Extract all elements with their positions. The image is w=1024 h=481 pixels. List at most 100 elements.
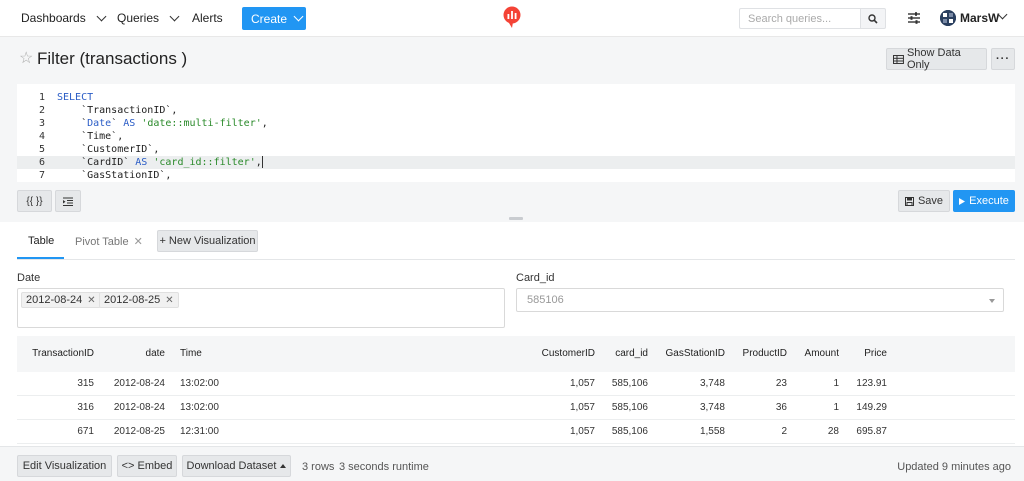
- code-text: `GasStationID`,: [57, 169, 171, 182]
- column-header[interactable]: GasStationID: [666, 348, 725, 359]
- column-header[interactable]: Amount: [805, 348, 839, 359]
- column-header[interactable]: TransactionID: [32, 348, 94, 359]
- code-text: SELECT: [57, 91, 93, 104]
- column-header[interactable]: Price: [864, 348, 887, 359]
- table-cell: 1,558: [699, 426, 725, 437]
- table-cell: 123.91: [856, 378, 887, 389]
- sql-keyword: AS: [123, 118, 136, 129]
- save-button[interactable]: Save: [898, 190, 950, 212]
- close-icon[interactable]: ✕: [165, 295, 173, 306]
- column-header[interactable]: ProductID: [743, 348, 787, 359]
- caret-down-icon: [989, 299, 995, 303]
- parameter-button[interactable]: {{ }}: [17, 190, 52, 212]
- column-header[interactable]: CustomerID: [542, 348, 595, 359]
- table-cell: 315: [77, 378, 94, 389]
- table-cell: 1,057: [569, 426, 595, 437]
- nav-alerts[interactable]: Alerts: [192, 11, 223, 25]
- page-title[interactable]: Filter (transactions ): [37, 49, 187, 69]
- code-line[interactable]: 3 `Date` AS 'date::multi-filter',: [17, 117, 1015, 130]
- nav-queries[interactable]: Queries: [117, 11, 180, 25]
- star-icon[interactable]: ☆: [19, 51, 33, 67]
- nav-dashboards-label: Dashboards: [21, 11, 86, 25]
- line-number: 4: [38, 131, 45, 142]
- new-visualization-button[interactable]: + New Visualization: [157, 230, 258, 252]
- resize-handle[interactable]: [509, 217, 523, 220]
- show-data-only-button[interactable]: Show Data Only: [886, 47, 987, 71]
- date-multi-filter[interactable]: 2012-08-24 ✕ 2012-08-25 ✕: [17, 288, 505, 328]
- play-icon: [959, 197, 966, 205]
- sql-editor[interactable]: 1 SELECT 2 `TransactionID`, 3 `Date` AS 'da…: [17, 84, 1015, 182]
- sql-token: `: [111, 118, 124, 129]
- search-input[interactable]: [739, 8, 860, 29]
- results-panel: Table Pivot Table ✕ + New Visualization D…: [0, 222, 1024, 481]
- code-line[interactable]: 2 `TransactionID`,: [17, 104, 1015, 117]
- embed-button[interactable]: <> Embed: [117, 455, 177, 477]
- more-options-button[interactable]: ···: [991, 48, 1015, 70]
- table-cell: 585,106: [611, 402, 648, 413]
- table-cell: 3,748: [699, 378, 725, 389]
- sql-keyword: SELECT: [57, 92, 94, 103]
- line-number: 6: [38, 157, 45, 168]
- top-navbar: Dashboards Queries Alerts Create Search …: [0, 0, 1024, 37]
- close-icon[interactable]: ✕: [134, 236, 143, 248]
- table-cell: 28: [827, 426, 839, 437]
- table-header: TransactionID date Time CustomerID card_id Ga…: [17, 336, 1015, 372]
- tab-pivot-label: Pivot Table: [75, 236, 129, 248]
- column-header[interactable]: card_id: [615, 348, 648, 359]
- card-id-selected-value: 585106: [527, 294, 564, 306]
- search-button[interactable]: [860, 8, 886, 29]
- table-cell: 1,057: [569, 378, 595, 389]
- code-line[interactable]: 6 `CardID` AS 'card_id::filter',: [17, 156, 1015, 169]
- download-dataset-button[interactable]: Download Dataset: [182, 455, 291, 477]
- code-line[interactable]: 1 SELECT: [17, 91, 1015, 104]
- editor-toolbar: {{ }} Save Execute: [0, 182, 1024, 222]
- line-number: 3: [38, 118, 45, 129]
- card-id-filter-label: Card_id: [516, 272, 555, 284]
- format-query-button[interactable]: [55, 190, 81, 212]
- sql-keyword: AS: [135, 157, 148, 168]
- save-label: Save: [917, 195, 944, 207]
- table-cell: 1: [833, 378, 839, 389]
- redash-logo-icon[interactable]: [502, 6, 522, 28]
- user-name[interactable]: MarsW: [960, 11, 999, 25]
- line-number: 1: [38, 92, 45, 103]
- execute-button[interactable]: Execute: [953, 190, 1015, 212]
- column-header[interactable]: Time: [180, 348, 202, 359]
- card-id-filter-select[interactable]: 585106: [516, 288, 1004, 312]
- search-icon: [868, 13, 878, 24]
- code-text: `TransactionID`,: [57, 104, 177, 117]
- tab-pivot-table[interactable]: Pivot Table ✕: [75, 235, 143, 248]
- date-tag-label: 2012-08-25: [104, 294, 161, 306]
- table-cell: 12:31:00: [180, 426, 219, 437]
- code-line[interactable]: 5 `CustomerID`,: [17, 143, 1015, 156]
- create-button[interactable]: Create: [242, 7, 306, 30]
- sql-string: 'date::multi-filter': [141, 118, 262, 129]
- floppy-disk-icon: [904, 196, 914, 206]
- text-cursor: [261, 156, 263, 168]
- line-number: 7: [38, 170, 45, 181]
- table-cell: 2012-08-25: [113, 426, 165, 437]
- code-line[interactable]: 7 `GasStationID`,: [17, 169, 1015, 182]
- table-cell: 671: [77, 426, 94, 437]
- code-line[interactable]: 4 `Time`,: [17, 130, 1015, 143]
- table-cell: 36: [775, 402, 787, 413]
- tab-table[interactable]: Table: [28, 235, 54, 247]
- chevron-down-icon: [96, 11, 107, 21]
- row-count: 3 rows: [302, 461, 335, 473]
- nav-dashboards[interactable]: Dashboards: [21, 11, 107, 25]
- settings-sliders-icon[interactable]: [907, 11, 921, 25]
- close-icon[interactable]: ✕: [87, 295, 95, 306]
- table-cell: 585,106: [611, 426, 648, 437]
- table-cell: 149.29: [856, 402, 887, 413]
- results-table: TransactionID date Time CustomerID card_id Ga…: [17, 336, 1015, 446]
- column-header[interactable]: date: [146, 348, 165, 359]
- table-cell: 2: [781, 426, 787, 437]
- avatar[interactable]: [940, 10, 956, 26]
- table-icon: [893, 54, 904, 64]
- user-avatar-icon: [940, 10, 956, 26]
- chevron-down-icon: [169, 11, 180, 21]
- edit-visualization-button[interactable]: Edit Visualization: [17, 455, 112, 477]
- tab-divider: [17, 259, 1015, 260]
- table-cell: 1: [833, 402, 839, 413]
- sql-token: `: [57, 118, 88, 129]
